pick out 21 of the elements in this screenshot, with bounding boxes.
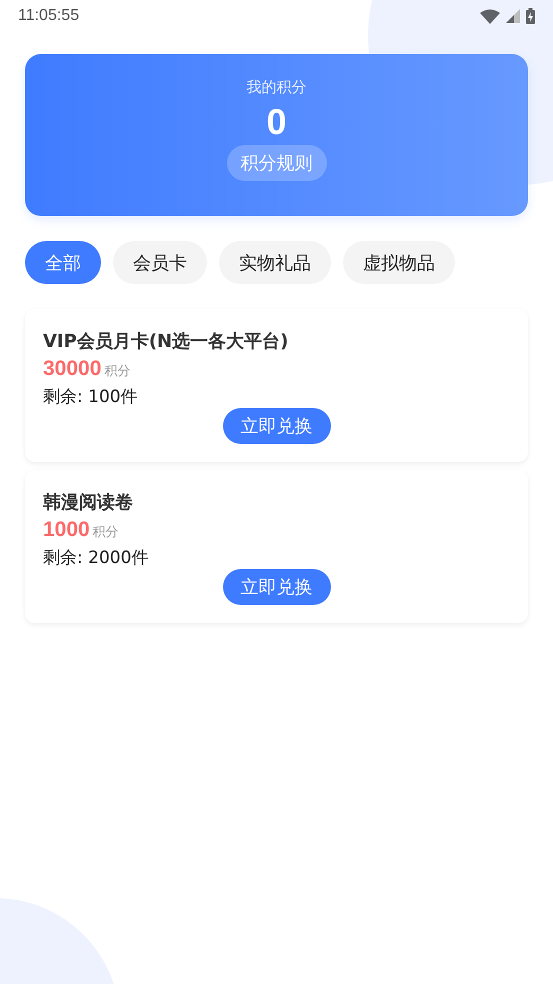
status-time: 11:05:55 bbox=[18, 7, 80, 25]
redeem-button[interactable]: 立即兑换 bbox=[222, 408, 330, 444]
product-price: 30000 bbox=[43, 357, 102, 381]
product-title: 韩漫阅读卷 bbox=[43, 491, 133, 514]
points-value: 0 bbox=[266, 100, 287, 144]
rules-button[interactable]: 积分规则 bbox=[226, 145, 326, 181]
battery-icon bbox=[526, 8, 535, 24]
category-tab[interactable]: 会员卡 bbox=[113, 241, 207, 284]
category-tab[interactable]: 全部 bbox=[25, 241, 101, 284]
category-tab[interactable]: 实物礼品 bbox=[219, 241, 331, 284]
price-unit: 积分 bbox=[92, 524, 119, 541]
redeem-button[interactable]: 立即兑换 bbox=[222, 569, 330, 605]
stock-text: 剩余: 100件 bbox=[43, 386, 138, 408]
stock-text: 剩余: 2000件 bbox=[43, 547, 148, 569]
wifi-icon bbox=[480, 8, 500, 24]
price-unit: 积分 bbox=[104, 363, 130, 380]
product-title: VIP会员月卡(N选一各大平台) bbox=[43, 330, 288, 353]
points-label: 我的积分 bbox=[246, 78, 306, 97]
product-price: 1000 bbox=[43, 518, 90, 542]
signal-icon bbox=[506, 9, 520, 23]
category-tab[interactable]: 虚拟物品 bbox=[343, 241, 455, 284]
